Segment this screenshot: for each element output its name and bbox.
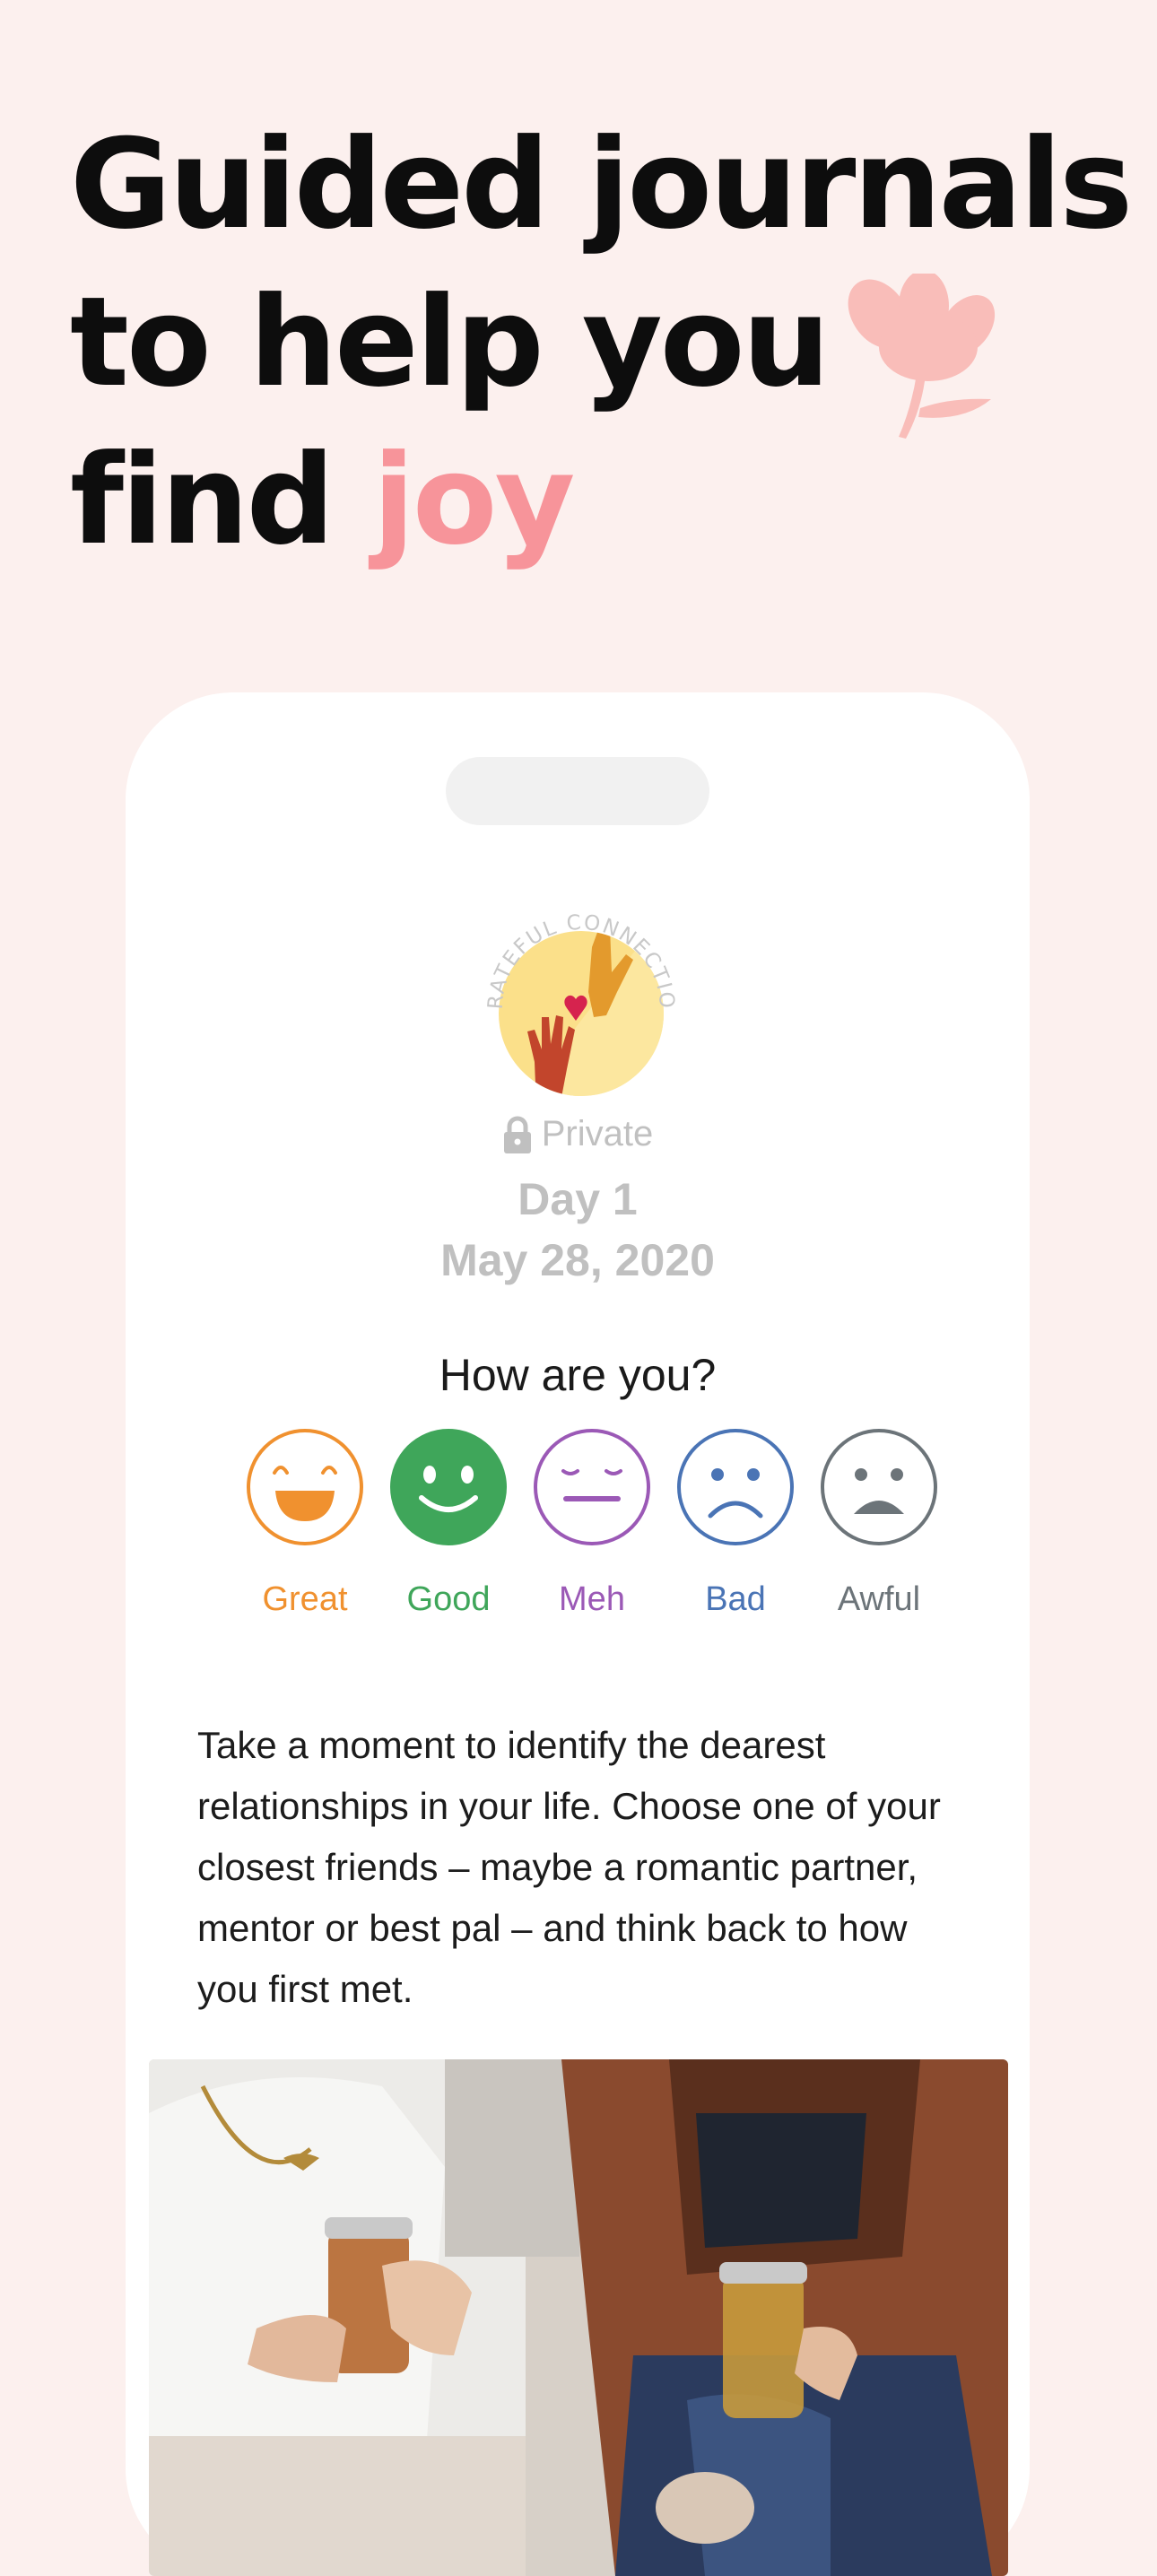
- grinning-face-icon: [247, 1429, 363, 1545]
- neutral-face-icon: [534, 1429, 650, 1545]
- mood-option-meh[interactable]: Meh: [529, 1428, 655, 1619]
- sad-face-icon: [821, 1429, 937, 1545]
- mood-selector: Great Good Meh Bad Awful: [242, 1428, 942, 1619]
- friends-tea-photo: [149, 2059, 1008, 2576]
- frowning-face-icon: [677, 1429, 794, 1545]
- privacy-indicator: Private: [126, 1114, 1030, 1154]
- headline-accent-word: joy: [372, 428, 575, 572]
- phone-mockup: GRATEFUL CONNECTION Private Day 1 May 28…: [126, 692, 1030, 2576]
- mood-label-awful: Awful: [837, 1580, 921, 1618]
- journal-prompt: Take a moment to identify the dearest re…: [197, 1724, 941, 2010]
- grateful-connection-badge: GRATEFUL CONNECTION: [474, 892, 676, 1096]
- privacy-label: Private: [541, 1114, 654, 1153]
- mood-label-good: Good: [406, 1580, 491, 1618]
- headline-line-2: to help you: [70, 270, 831, 414]
- lock-icon: [503, 1116, 531, 1153]
- entry-day: Day 1: [518, 1174, 638, 1224]
- mood-option-bad[interactable]: Bad: [673, 1428, 798, 1619]
- mood-label-bad: Bad: [705, 1580, 766, 1618]
- mood-question: How are you?: [439, 1350, 717, 1400]
- flower-icon: [848, 274, 996, 439]
- smiling-face-icon: [390, 1429, 507, 1545]
- headline-line-3: find: [70, 428, 373, 572]
- headline-line-1: Guided journals: [70, 112, 1133, 257]
- mood-option-great[interactable]: Great: [242, 1428, 368, 1619]
- mood-label-meh: Meh: [559, 1580, 625, 1618]
- phone-notch: [446, 757, 709, 825]
- mood-option-good[interactable]: Good: [386, 1428, 511, 1619]
- entry-date: May 28, 2020: [440, 1235, 715, 1285]
- mood-label-great: Great: [262, 1580, 348, 1618]
- mood-option-awful[interactable]: Awful: [816, 1428, 942, 1619]
